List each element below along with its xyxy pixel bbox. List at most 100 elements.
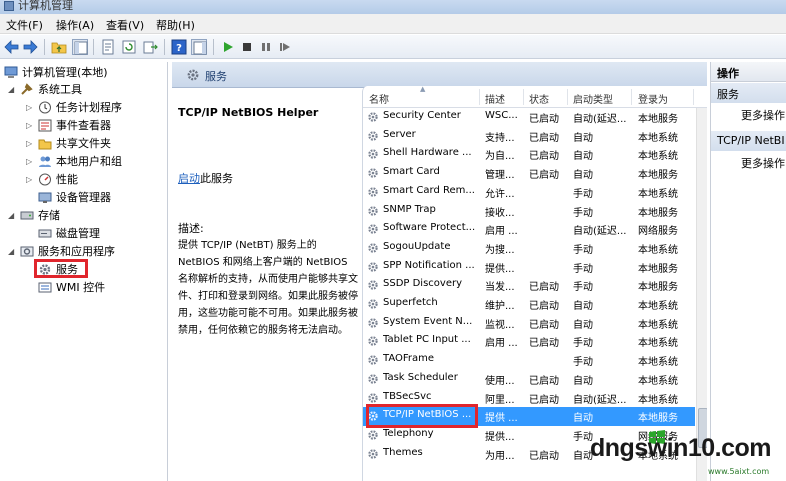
storage-icon xyxy=(20,211,34,220)
collapsed-arrow-icon[interactable]: ▷ xyxy=(26,99,34,116)
watermark: dngswin10.com www.5aixt.com xyxy=(590,430,786,481)
service-status-cell: 已启动 xyxy=(529,319,559,331)
column-header-desc[interactable]: 描述 xyxy=(485,91,505,106)
collapsed-arrow-icon[interactable]: ▷ xyxy=(26,153,34,170)
start-service-link[interactable]: 启动 xyxy=(178,172,200,185)
device-manager-icon xyxy=(38,192,52,203)
table-row[interactable]: SNMP Trap 接收... 手动 本地服务 xyxy=(363,202,695,221)
service-desc-cell: 提供... xyxy=(485,431,515,443)
help-icon[interactable]: ? xyxy=(171,39,187,55)
description-text: 提供 TCP/IP (NetBT) 服务上的 NetBIOS 和网络上客户端的 … xyxy=(178,240,358,336)
window-title: 计算机管理 xyxy=(18,0,73,12)
gear-icon xyxy=(368,317,378,328)
service-logon-cell: 本地服务 xyxy=(638,282,678,294)
actions-section-services[interactable]: 服务 xyxy=(711,83,786,103)
vertical-scrollbar[interactable] xyxy=(696,108,707,481)
menu-help[interactable]: 帮助(H) xyxy=(156,17,195,33)
start-service-icon[interactable] xyxy=(220,39,236,55)
table-row[interactable]: Superfetch 维护... 已启动 自动 本地系统 xyxy=(363,295,695,314)
table-row[interactable]: Smart Card 管理... 已启动 自动 本地服务 xyxy=(363,164,695,183)
export-icon[interactable] xyxy=(142,39,158,55)
service-logon-cell: 网络服务 xyxy=(638,226,678,238)
table-row[interactable]: Software Protect... 启用 ... 自动(延迟... 网络服务 xyxy=(363,220,695,239)
show-tree-icon[interactable] xyxy=(72,39,88,55)
column-header-startup[interactable]: 启动类型 xyxy=(573,91,613,106)
stop-service-icon[interactable] xyxy=(239,39,255,55)
title-bar: 计算机管理 xyxy=(0,0,786,14)
properties-icon[interactable] xyxy=(100,39,116,55)
service-desc-cell: 监视... xyxy=(485,319,515,331)
service-name-cell: Software Protect... xyxy=(383,222,476,234)
users-icon xyxy=(39,156,51,167)
services-apps-icon xyxy=(20,246,34,257)
show-action-pane-icon[interactable] xyxy=(191,39,207,55)
menu-view[interactable]: 查看(V) xyxy=(106,17,144,33)
collapsed-arrow-icon[interactable]: ▷ xyxy=(26,171,34,188)
menu-file[interactable]: 文件(F) xyxy=(6,17,43,33)
services-highlight-box xyxy=(34,259,88,278)
service-name-cell: Telephony xyxy=(383,427,434,439)
service-name-cell: Security Center xyxy=(383,110,461,121)
table-row[interactable]: Server 支持... 已启动 自动 本地系统 xyxy=(363,127,695,146)
service-status-cell: 已启动 xyxy=(529,450,559,462)
table-row[interactable]: Tablet PC Input ... 启用 ... 已启动 手动 本地系统 xyxy=(363,332,695,351)
table-row[interactable]: SPP Notification ... 提供... 手动 本地服务 xyxy=(363,258,695,277)
service-name-cell: Tablet PC Input ... xyxy=(383,334,471,346)
expanded-arrow-icon[interactable]: ◢ xyxy=(8,207,16,224)
gear-icon xyxy=(368,187,378,197)
service-desc-cell: WSC... xyxy=(485,110,518,121)
actions-section-selected-service[interactable]: TCP/IP NetBI xyxy=(711,131,786,151)
table-row[interactable]: SogouUpdate 为搜... 手动 本地系统 xyxy=(363,239,695,258)
gear-icon xyxy=(368,224,378,234)
table-row[interactable]: TAOFrame 手动 本地系统 xyxy=(363,351,695,370)
service-startup-cell: 自动 xyxy=(573,170,593,182)
gear-icon xyxy=(368,280,378,290)
menu-action[interactable]: 操作(A) xyxy=(56,17,94,33)
service-logon-cell: 本地服务 xyxy=(638,114,678,125)
gear-icon xyxy=(368,130,378,141)
up-folder-icon[interactable] xyxy=(51,39,67,55)
service-desc-cell: 支持... xyxy=(485,132,515,144)
table-row[interactable]: System Event N... 监视... 已启动 自动 本地系统 xyxy=(363,314,695,333)
back-icon[interactable] xyxy=(4,39,20,55)
service-name-cell: Smart Card Rem... xyxy=(383,184,475,196)
service-desc-cell: 启用 ... xyxy=(485,338,518,350)
restart-service-icon[interactable] xyxy=(277,39,293,55)
table-row[interactable]: Task Scheduler 使用... 已启动 自动 本地系统 xyxy=(363,370,695,389)
service-desc-cell: 启用 ... xyxy=(485,226,518,238)
service-name-cell: Shell Hardware ... xyxy=(383,147,472,159)
column-header-name[interactable]: 名称 xyxy=(369,91,389,106)
table-row[interactable]: Shell Hardware ... 为自... 已启动 自动 本地系统 xyxy=(363,145,695,164)
expanded-arrow-icon[interactable]: ◢ xyxy=(8,243,16,260)
column-header-status[interactable]: 状态 xyxy=(529,91,549,106)
start-service-line: 启动此服务 xyxy=(178,170,233,186)
service-name-cell: SNMP Trap xyxy=(383,203,436,215)
service-desc-cell: 为用... xyxy=(485,450,515,462)
refresh-icon[interactable] xyxy=(121,39,137,55)
more-actions-selected-service[interactable]: 更多操作 xyxy=(741,155,785,171)
table-row[interactable]: Security Center WSC... 已启动 自动(延迟... 本地服务 xyxy=(363,108,695,127)
service-logon-cell: 本地系统 xyxy=(638,394,678,406)
expanded-arrow-icon[interactable]: ◢ xyxy=(8,81,16,98)
pause-service-icon[interactable] xyxy=(258,39,274,55)
event-log-icon xyxy=(38,119,52,132)
collapsed-arrow-icon[interactable]: ▷ xyxy=(26,135,34,152)
services-title: 服务 xyxy=(205,70,227,83)
service-desc-cell: 管理... xyxy=(485,170,515,182)
service-desc-cell: 阿里... xyxy=(485,394,515,406)
description-label: 描述: xyxy=(178,222,204,235)
column-header-logon[interactable]: 登录为 xyxy=(638,91,668,106)
collapsed-arrow-icon[interactable]: ▷ xyxy=(26,117,34,134)
gear-icon xyxy=(368,448,378,459)
table-row[interactable]: SSDP Discovery 当发... 已启动 手动 本地服务 xyxy=(363,276,695,295)
service-startup-cell: 手动 xyxy=(573,188,593,200)
forward-icon[interactable] xyxy=(22,39,38,55)
service-name-cell: Smart Card xyxy=(383,166,440,178)
service-startup-cell: 手动 xyxy=(573,263,593,275)
clock-icon xyxy=(39,101,51,114)
service-desc-cell: 允许... xyxy=(485,188,515,200)
table-row[interactable]: Smart Card Rem... 允许... 手动 本地系统 xyxy=(363,183,695,202)
more-actions-services[interactable]: 更多操作 xyxy=(741,107,785,123)
service-status-cell: 已启动 xyxy=(529,375,559,387)
service-startup-cell: 手动 xyxy=(573,207,593,219)
